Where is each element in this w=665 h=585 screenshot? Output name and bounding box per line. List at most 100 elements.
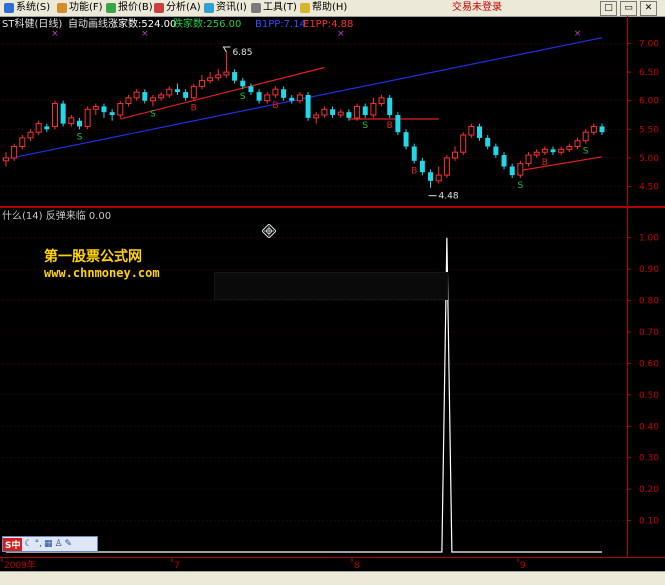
candle-down xyxy=(387,97,393,115)
signal-buy: B xyxy=(542,158,548,168)
indicator-tick-label: 0.20 xyxy=(639,485,659,495)
candle-down xyxy=(289,97,295,101)
punctuation-icon[interactable]: °, xyxy=(35,539,42,549)
candle-down xyxy=(101,106,107,113)
candle-up xyxy=(574,140,581,147)
price-tick-label: 6.00 xyxy=(639,97,659,107)
candle-down xyxy=(485,137,491,147)
candle-up xyxy=(190,85,197,99)
candle-down xyxy=(411,146,417,161)
keyboard-icon[interactable]: ▦ xyxy=(44,539,53,549)
user-icon[interactable]: ♙ xyxy=(54,539,62,549)
indicator-tick-label: 0.30 xyxy=(639,454,659,464)
candle-down xyxy=(240,80,246,87)
indicator-tick-label: 0.50 xyxy=(639,391,659,401)
signal-sell: S xyxy=(150,109,156,119)
trendline-blue xyxy=(5,37,603,160)
signal-sell: S xyxy=(517,181,523,191)
ime-toolbar[interactable]: S中 ☾ °, ▦ ♙ ✎ xyxy=(2,536,98,552)
indicator-tick-label: 0.40 xyxy=(639,422,659,432)
candle-up xyxy=(149,97,156,102)
candle-down xyxy=(493,146,499,156)
top-marker-icon: × xyxy=(141,29,149,39)
candle-down xyxy=(174,89,180,93)
high-price-label: 6.85 xyxy=(232,48,252,58)
candle-down xyxy=(76,120,82,127)
candle-down xyxy=(281,89,287,98)
status-strip xyxy=(0,571,665,585)
candle-up xyxy=(92,105,99,110)
candle-down xyxy=(477,126,483,138)
candle-up xyxy=(321,108,328,116)
watermark-name: 第一股票公式网 xyxy=(44,249,142,265)
candle-down xyxy=(256,92,262,101)
candle-up xyxy=(272,88,279,96)
candle-down xyxy=(305,94,311,118)
ime-logo-icon[interactable]: S中 xyxy=(3,537,23,551)
watermark-url: www.chnmoney.com xyxy=(44,266,160,280)
candle-up xyxy=(313,114,320,119)
black-overlay-panel xyxy=(214,272,448,300)
signal-sell: S xyxy=(240,92,246,102)
price-tick-label: 5.50 xyxy=(639,125,659,135)
top-marker-icon: × xyxy=(337,29,345,39)
indicator-header: 什么(14) 反弹来临 0.00 xyxy=(2,211,112,222)
candle-down xyxy=(183,92,189,98)
top-marker-icon: × xyxy=(574,29,582,39)
indicator-tick-label: 1.00 xyxy=(639,234,659,244)
candle-up xyxy=(198,80,205,87)
indicator-tick-label: 0.10 xyxy=(639,517,659,527)
settings-icon[interactable]: ✎ xyxy=(65,539,73,549)
candle-up xyxy=(19,137,26,147)
time-label: 8 xyxy=(354,561,360,571)
price-tick-label: 7.00 xyxy=(639,39,659,49)
candle-down xyxy=(44,126,50,130)
candle-up xyxy=(517,163,524,176)
top-marker-icon: × xyxy=(51,29,59,39)
candle-down xyxy=(362,106,368,115)
candle-down xyxy=(599,126,605,133)
candle-up xyxy=(558,148,565,153)
candle-up xyxy=(51,103,58,127)
signal-buy: B xyxy=(387,121,393,131)
candle-up xyxy=(68,117,75,125)
candle-down xyxy=(60,103,66,124)
candle-up xyxy=(443,157,450,176)
candle-down xyxy=(501,155,507,167)
candle-up xyxy=(435,174,442,182)
candle-down xyxy=(346,112,352,118)
time-label: 9 xyxy=(520,561,526,571)
candle-up xyxy=(590,125,597,133)
signal-sell: S xyxy=(362,121,368,131)
candle-up xyxy=(166,88,173,96)
time-label: 7 xyxy=(174,561,180,571)
indicator-tick-label: 0.90 xyxy=(639,265,659,275)
candle-up xyxy=(215,74,222,79)
trendline-red xyxy=(520,156,603,172)
candle-up xyxy=(370,103,377,116)
signal-buy: B xyxy=(191,104,197,114)
time-label: 2009年 xyxy=(4,559,36,571)
candle-down xyxy=(330,109,336,115)
signal-buy: B xyxy=(272,101,278,111)
candle-down xyxy=(509,166,515,176)
indicator-tick-label: 0.80 xyxy=(639,297,659,307)
candle-down xyxy=(109,112,115,115)
low-price-label: 4.48 xyxy=(439,192,459,202)
candle-up xyxy=(525,154,532,165)
price-tick-label: 5.00 xyxy=(639,154,659,164)
crosshair-icon[interactable] xyxy=(262,224,276,238)
candle-up xyxy=(566,145,573,150)
candle-up xyxy=(296,94,303,102)
candle-up xyxy=(354,105,361,119)
candle-down xyxy=(248,86,254,93)
price-tick-label: 4.50 xyxy=(639,183,659,193)
moon-icon[interactable]: ☾ xyxy=(24,539,32,549)
indicator-tick-label: 0.60 xyxy=(639,359,659,369)
candle-up xyxy=(125,97,132,105)
candle-up xyxy=(264,94,271,102)
candle-up xyxy=(223,71,230,76)
candle-up xyxy=(468,125,475,136)
candle-down xyxy=(550,149,556,153)
candle-up xyxy=(378,97,385,105)
